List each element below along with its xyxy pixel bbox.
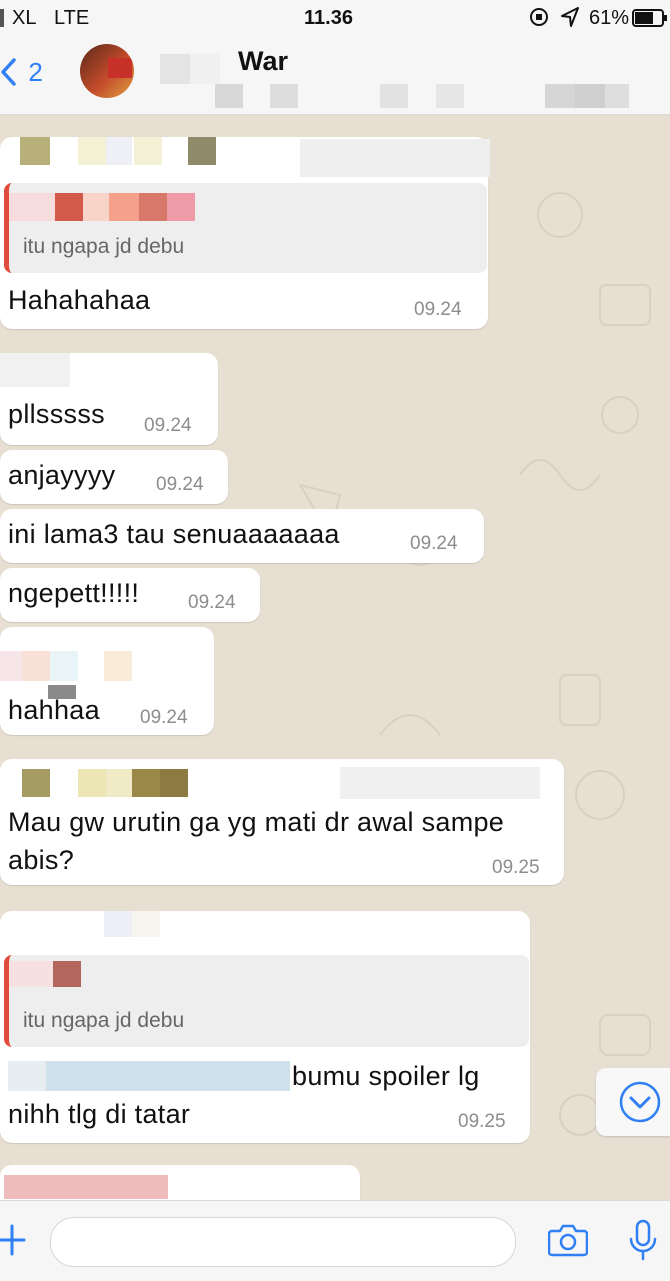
message-text: ngepett!!!!! bbox=[8, 578, 140, 608]
message-bubble[interactable]: Mau gw urutin ga yg mati dr awal sampe a… bbox=[0, 759, 564, 885]
carrier-label: XL bbox=[12, 7, 37, 29]
redaction-block bbox=[300, 139, 490, 177]
message-bubble[interactable] bbox=[0, 1165, 360, 1200]
redaction-block bbox=[270, 84, 298, 108]
redaction-block bbox=[104, 911, 132, 937]
quoted-message[interactable]: itu ngapa jd debu bbox=[4, 183, 487, 273]
redaction-block bbox=[78, 769, 106, 797]
redaction-block bbox=[9, 961, 53, 987]
redaction-block bbox=[53, 961, 81, 987]
message-bubble[interactable]: ngepett!!!!! 09.24 bbox=[0, 568, 260, 622]
redaction-block bbox=[340, 767, 540, 799]
orientation-lock-icon bbox=[528, 6, 550, 34]
microphone-icon bbox=[629, 1219, 657, 1261]
quoted-text: itu ngapa jd debu bbox=[23, 235, 185, 258]
avatar[interactable] bbox=[80, 44, 134, 98]
message-bubble[interactable]: anjayyyy 09.24 bbox=[0, 450, 228, 504]
message-text: ini lama3 tau senuaaaaaaa bbox=[8, 519, 340, 549]
message-bubble[interactable]: ini lama3 tau senuaaaaaaa 09.24 bbox=[0, 509, 484, 563]
redaction-block bbox=[134, 137, 162, 165]
message-time: 09.24 bbox=[144, 415, 192, 436]
redaction-block bbox=[575, 84, 605, 108]
redaction-block bbox=[160, 769, 188, 797]
message-time: 09.24 bbox=[414, 299, 462, 320]
message-bubble[interactable]: pllsssss 09.24 bbox=[0, 353, 218, 445]
redaction-block bbox=[78, 137, 106, 165]
redaction-block bbox=[106, 769, 132, 797]
attach-button[interactable] bbox=[0, 1223, 26, 1262]
redaction-block bbox=[22, 651, 50, 681]
voice-record-button[interactable] bbox=[628, 1219, 658, 1268]
redaction-block bbox=[109, 193, 139, 221]
redaction-block bbox=[104, 651, 132, 681]
message-time: 09.24 bbox=[410, 533, 458, 554]
message-bubble[interactable]: itu ngapa jd debu Hahahahaa 09.24 bbox=[0, 137, 490, 329]
redaction-block bbox=[215, 84, 243, 108]
message-text: Hahahahaa bbox=[8, 285, 151, 315]
status-bar: XL LTE 11.36 61% bbox=[0, 0, 670, 36]
composer-bar bbox=[0, 1200, 670, 1281]
message-text: bumu spoiler lg bbox=[292, 1061, 480, 1091]
redaction-block bbox=[167, 193, 195, 221]
redaction-block bbox=[132, 911, 160, 937]
message-time: 09.24 bbox=[140, 707, 188, 728]
redaction-block bbox=[190, 54, 220, 84]
redaction-block bbox=[380, 84, 408, 108]
redaction-block bbox=[50, 651, 78, 681]
message-text: Mau gw urutin ga yg mati dr awal sampe bbox=[8, 807, 505, 837]
redaction-block bbox=[0, 651, 24, 681]
quoted-text: itu ngapa jd debu bbox=[23, 1009, 185, 1032]
redaction-block bbox=[20, 137, 50, 165]
clock: 11.36 bbox=[304, 7, 353, 29]
battery-icon bbox=[632, 9, 668, 33]
redaction-block bbox=[4, 1175, 168, 1199]
scroll-to-bottom-button[interactable] bbox=[596, 1068, 670, 1136]
redaction-block bbox=[132, 769, 160, 797]
chat-header: 2 War bbox=[0, 36, 670, 115]
message-time: 09.25 bbox=[492, 857, 540, 878]
message-input[interactable] bbox=[50, 1217, 516, 1267]
redaction-block bbox=[139, 193, 167, 221]
battery-label: 61% bbox=[589, 7, 630, 29]
quoted-message[interactable]: itu ngapa jd debu bbox=[4, 955, 529, 1047]
location-icon bbox=[560, 6, 580, 34]
redaction-block bbox=[545, 84, 575, 108]
message-text: pllsssss bbox=[8, 399, 105, 429]
message-time: 09.24 bbox=[156, 474, 204, 495]
message-bubble[interactable]: hahhaa 09.24 bbox=[0, 627, 214, 735]
message-text: hahhaa bbox=[8, 695, 100, 725]
message-time: 09.25 bbox=[458, 1111, 506, 1132]
redaction-block bbox=[0, 353, 70, 387]
chat-title[interactable]: War bbox=[238, 46, 288, 77]
signal-icon bbox=[0, 9, 4, 27]
redaction-block bbox=[188, 137, 216, 165]
redaction-block bbox=[46, 1061, 290, 1091]
redaction-block bbox=[160, 54, 190, 84]
unread-count: 2 bbox=[28, 56, 43, 87]
message-time: 09.24 bbox=[188, 592, 236, 613]
redaction-block bbox=[605, 84, 629, 108]
redaction-block bbox=[83, 193, 109, 221]
redaction-block bbox=[22, 769, 50, 797]
redaction-block bbox=[55, 193, 83, 221]
camera-button[interactable] bbox=[547, 1223, 589, 1262]
message-text: anjayyyy bbox=[8, 460, 116, 490]
redaction-block bbox=[9, 193, 59, 221]
chevron-down-circle-icon bbox=[619, 1081, 661, 1123]
redaction-block bbox=[436, 84, 464, 108]
message-text: abis? bbox=[8, 845, 75, 875]
message-list[interactable]: itu ngapa jd debu Hahahahaa 09.24 pllsss… bbox=[0, 115, 670, 1200]
network-label: LTE bbox=[54, 7, 90, 29]
chevron-left-icon bbox=[1, 58, 16, 86]
plus-icon bbox=[0, 1224, 26, 1256]
message-bubble[interactable]: itu ngapa jd debu bumu spoiler lg nihh t… bbox=[0, 911, 530, 1143]
message-text: nihh tlg di tatar bbox=[8, 1099, 191, 1129]
redaction-block bbox=[8, 1061, 46, 1091]
camera-icon bbox=[547, 1224, 589, 1257]
back-button[interactable]: 2 bbox=[0, 54, 43, 88]
redaction-block bbox=[106, 137, 132, 165]
